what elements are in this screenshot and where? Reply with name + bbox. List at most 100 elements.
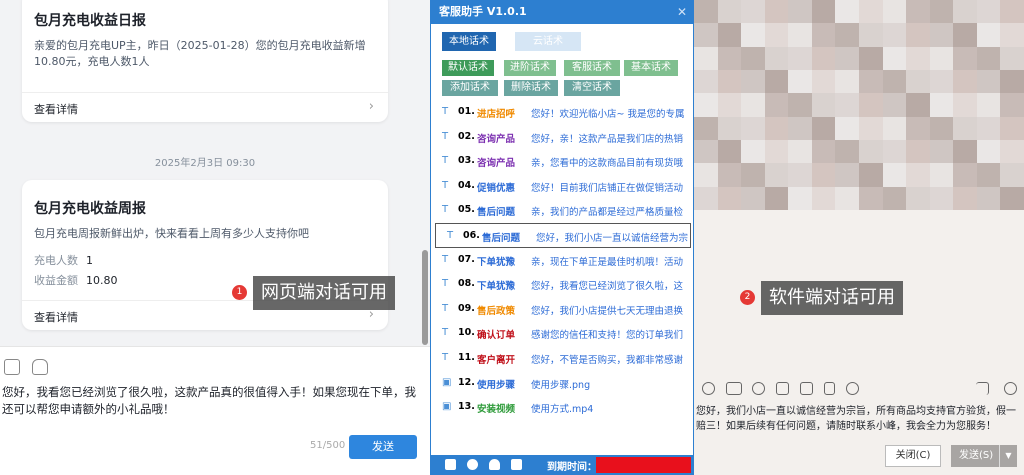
mosaic-cell <box>694 140 718 164</box>
folder-icon[interactable] <box>776 382 789 395</box>
daily-view-details-link[interactable]: 查看详情 › <box>22 92 388 122</box>
script-preview: 亲，我们的产品都是经过严格质量检 <box>531 207 684 219</box>
mosaic-cell <box>694 70 718 94</box>
script-row[interactable]: T 02. 咨询产品 您好，亲！这款产品是我们店的热销 <box>431 125 695 150</box>
mosaic-cell <box>741 140 765 164</box>
software-callout-label: 软件端对话可用 <box>761 281 903 315</box>
mosaic-cell <box>906 186 930 210</box>
script-row[interactable]: T 07. 下单犹豫 亲，现在下单正是最佳时机哦！活动 <box>431 248 695 273</box>
mosaic-cell <box>694 46 718 70</box>
mosaic-cell <box>811 163 836 187</box>
mosaic-cell <box>1000 163 1024 187</box>
tab-local-scripts[interactable]: 本地话术 <box>442 32 496 51</box>
phone-icon[interactable] <box>824 382 835 395</box>
emoji-icon[interactable] <box>702 382 715 395</box>
gif-icon[interactable] <box>726 382 742 395</box>
script-row[interactable]: T 08. 下单犹豫 您好，我看您已经浏览了很久啦，这 <box>431 272 695 297</box>
script-preview: 您好！目前我们店铺正在做促销活动 <box>531 182 684 194</box>
mosaic-cell <box>976 70 1001 94</box>
script-row[interactable]: T 03. 咨询产品 亲，您看中的这款商品目前有现货哦 <box>431 149 695 174</box>
mosaic-cell <box>882 140 907 164</box>
chat-history-icon[interactable] <box>846 382 859 395</box>
cat-advanced-button[interactable]: 进阶话术 <box>504 60 556 76</box>
expand-icon[interactable] <box>976 382 989 395</box>
cat-basic-button[interactable]: 基本话术 <box>624 60 678 76</box>
mosaic-cell <box>694 93 718 117</box>
home-icon[interactable] <box>445 459 456 470</box>
mosaic-cell <box>929 163 954 187</box>
folder-icon[interactable] <box>511 459 522 470</box>
mosaic-cell <box>976 186 1001 210</box>
mosaic-cell <box>953 70 977 94</box>
script-row[interactable]: T 09. 售后政策 您好，我们小店提供七天无理由退换 <box>431 297 695 322</box>
mosaic-cell <box>953 23 977 47</box>
script-row[interactable]: ▣ 12. 使用步骤 使用步骤.png <box>431 371 695 396</box>
text-icon: T <box>442 204 449 216</box>
web-send-button[interactable]: 发送 <box>349 435 417 459</box>
script-number: 13. <box>458 401 475 413</box>
close-icon[interactable]: ✕ <box>677 0 687 24</box>
image-icon[interactable] <box>800 382 813 395</box>
text-icon: T <box>442 106 449 117</box>
script-preview: 您好，亲！这款产品是我们店的热销 <box>531 133 684 145</box>
mosaic-cell <box>906 46 930 70</box>
mosaic-cell <box>929 186 954 210</box>
cat-service-button[interactable]: 客服话术 <box>564 60 620 76</box>
web-message-input[interactable]: 您好，我看您已经浏览了很久啦，这款产品真的很值得入手！如果您现在下单，我还可以帮… <box>2 384 418 418</box>
script-row[interactable]: T 06. 售后问题 您好，我们小店一直以诚信经营为宗 <box>435 222 691 248</box>
script-row[interactable]: T 01. 进店招呼 您好！欢迎光临小店~ 我是您的专属 <box>431 100 695 125</box>
mosaic-cell <box>717 163 742 187</box>
script-number: 01. <box>458 106 475 117</box>
mosaic-cell <box>741 163 765 187</box>
mosaic-cell <box>717 140 742 164</box>
mosaic-cell <box>1000 23 1024 47</box>
mosaic-cell <box>788 93 812 117</box>
software-send-label: 发送(S) <box>959 450 994 461</box>
mosaic-cell <box>717 0 742 24</box>
image-icon[interactable] <box>4 359 20 375</box>
script-row[interactable]: ▣ 13. 安装视频 使用方式.mp4 <box>431 395 695 420</box>
weekly-report-body: 包月充电周报新鲜出炉，快来看看上周有多少人支持你吧 <box>34 227 309 240</box>
script-number: 05. <box>458 204 475 216</box>
charge-count-value: 1 <box>86 253 93 267</box>
scissors-icon[interactable] <box>752 382 765 395</box>
weekly-report-title: 包月充电收益周报 <box>34 201 146 217</box>
mosaic-cell <box>764 23 789 47</box>
script-name: 咨询产品 <box>477 133 516 145</box>
mosaic-cell <box>694 116 718 140</box>
mosaic-cell <box>741 23 765 47</box>
script-row[interactable]: T 04. 促销优惠 您好！目前我们店铺正在做促销活动 <box>431 174 695 199</box>
software-toolbar <box>694 376 1024 400</box>
script-row[interactable]: T 10. 确认订单 感谢您的信任和支持！您的订单我们 <box>431 321 695 346</box>
script-row[interactable]: T 11. 客户离开 您好，不管是否购买，我都非常感谢 <box>431 346 695 371</box>
chat-scrollbar[interactable] <box>422 250 428 345</box>
clear-scripts-button[interactable]: 清空话术 <box>564 80 620 96</box>
emoji-icon[interactable] <box>32 359 48 375</box>
mosaic-cell <box>764 186 789 210</box>
mosaic-cell <box>858 23 883 47</box>
mosaic-cell <box>764 0 789 24</box>
composer-toolbar <box>4 359 48 375</box>
clock-icon[interactable] <box>1004 382 1017 395</box>
mosaic-cell <box>741 0 765 24</box>
close-button[interactable]: 关闭(C) <box>885 445 941 467</box>
mosaic-cell <box>741 186 765 210</box>
mosaic-cell <box>906 70 930 94</box>
software-message-input[interactable]: 您好，我们小店一直以诚信经营为宗旨，所有商品均支持官方验货，假一赔三！如果后续有… <box>696 404 1022 434</box>
mosaic-cell <box>764 163 789 187</box>
mosaic-cell <box>811 0 836 24</box>
user-icon[interactable] <box>489 459 500 470</box>
cat-default-button[interactable]: 默认话术 <box>442 60 494 76</box>
mosaic-cell <box>953 0 977 24</box>
script-number: 11. <box>458 351 475 363</box>
software-send-button[interactable]: 发送(S) ▼ <box>951 445 1017 467</box>
add-script-button[interactable]: 添加话术 <box>442 80 498 96</box>
script-name: 促销优惠 <box>477 182 516 194</box>
gear-icon[interactable] <box>467 459 478 470</box>
delete-script-button[interactable]: 删除话术 <box>504 80 558 96</box>
script-row[interactable]: T 05. 售后问题 亲，我们的产品都是经过严格质量检 <box>431 198 695 223</box>
assistant-title: 客服助手 V1.0.1 <box>439 5 527 18</box>
tab-cloud-scripts[interactable]: 云话术 <box>515 32 581 51</box>
chevron-down-icon[interactable]: ▼ <box>999 445 1017 467</box>
daily-report-card[interactable]: 包月充电收益日报 亲爱的包月充电UP主，昨日（2025-01-28）您的包月充电… <box>22 0 388 122</box>
